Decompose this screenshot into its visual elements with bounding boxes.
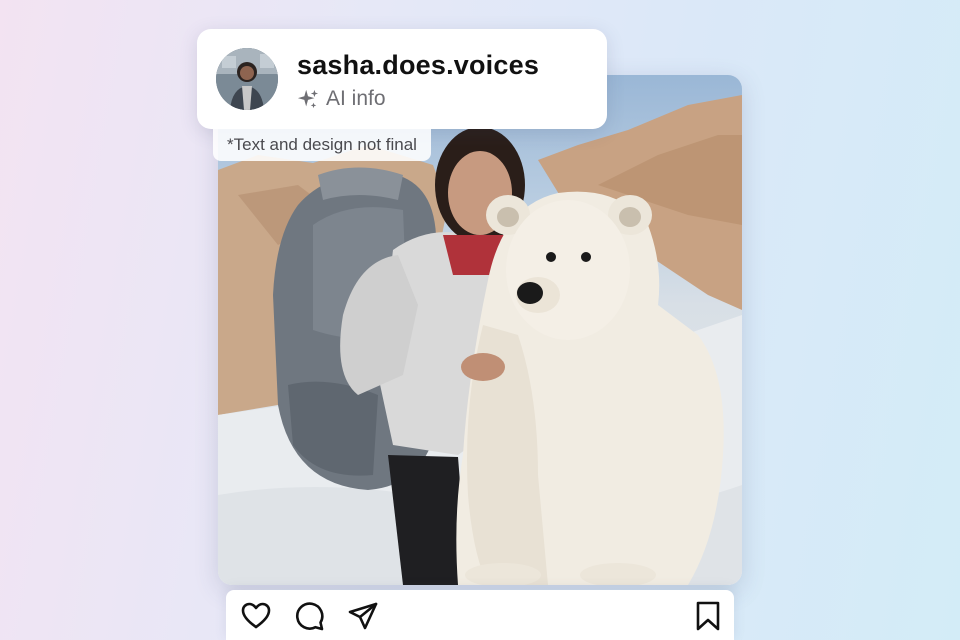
comment-bubble-icon[interactable] <box>293 600 325 632</box>
profile-header-card: sasha.does.voices AI info <box>197 29 607 129</box>
avatar-image <box>216 48 278 110</box>
paper-plane-icon[interactable] <box>347 600 379 632</box>
heart-icon[interactable] <box>240 600 272 632</box>
username[interactable]: sasha.does.voices <box>297 50 539 81</box>
disclaimer-note: *Text and design not final <box>213 129 431 161</box>
profile-avatar[interactable] <box>216 48 278 110</box>
post-action-bar <box>226 590 734 640</box>
ai-info-text: AI info <box>326 87 386 110</box>
sparkle-icon <box>297 89 319 109</box>
bookmark-icon[interactable] <box>692 600 724 632</box>
ai-info-label[interactable]: AI info <box>297 84 386 114</box>
